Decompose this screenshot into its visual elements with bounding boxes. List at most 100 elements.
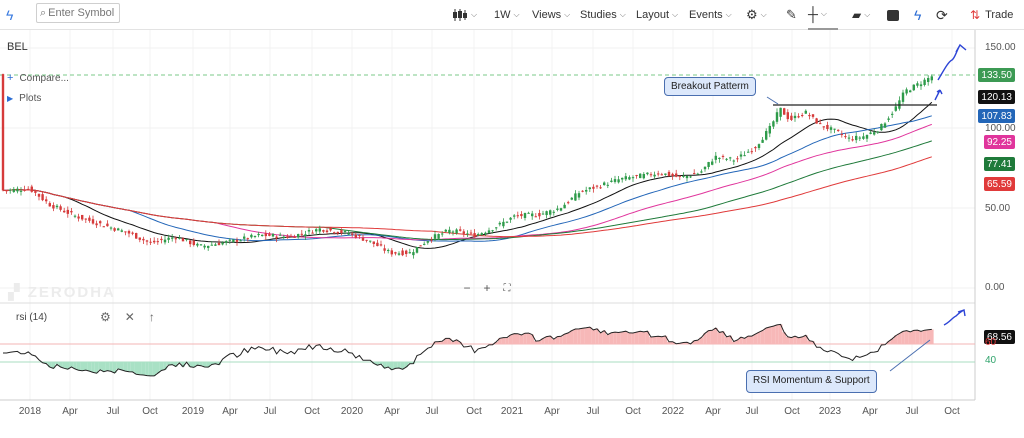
candle-body xyxy=(297,234,300,238)
time-axis-label: Jul xyxy=(263,406,277,417)
candle-body xyxy=(793,115,797,119)
candle-body xyxy=(466,233,469,235)
watermark: ▞ ZERODHA xyxy=(8,283,116,301)
time-axis-label: Apr xyxy=(62,406,78,417)
candle-body xyxy=(77,216,80,219)
candle-body xyxy=(700,171,703,173)
candle-body xyxy=(844,136,847,138)
candle-body xyxy=(203,245,206,248)
candle-body xyxy=(1,74,5,191)
candle-body xyxy=(660,174,663,176)
candle-body xyxy=(930,76,933,81)
compare-label: Compare... xyxy=(19,72,69,84)
candle-body xyxy=(707,162,710,167)
candle-body xyxy=(635,175,638,177)
candle-body xyxy=(570,197,573,200)
time-axis-label: Oct xyxy=(625,406,641,417)
candle-body xyxy=(588,187,591,190)
candle-body xyxy=(185,239,188,241)
fit-screen-icon[interactable]: ⛶ xyxy=(503,283,510,294)
candle-body xyxy=(563,204,566,209)
candle-body xyxy=(228,239,231,241)
candle-body xyxy=(383,248,386,251)
candle-body xyxy=(81,214,84,220)
candle-body xyxy=(667,171,671,177)
plots-label: Plots xyxy=(19,93,42,104)
candle-body xyxy=(23,189,26,191)
candle-body xyxy=(19,190,23,192)
candle-body xyxy=(95,223,98,226)
candle-body xyxy=(63,210,66,213)
gear-icon[interactable]: ⚙ xyxy=(100,310,111,324)
candle-body xyxy=(703,166,707,170)
candle-body xyxy=(696,173,699,175)
candle-body xyxy=(675,173,678,177)
candle-body xyxy=(487,230,491,233)
candle-body xyxy=(531,213,534,217)
candle-body xyxy=(387,250,390,252)
candle-body xyxy=(286,236,289,238)
candle-body xyxy=(523,213,527,218)
candle-body xyxy=(325,230,329,233)
hand-drawn-small-arrow xyxy=(934,89,943,101)
candle-body xyxy=(59,206,62,210)
candle-body xyxy=(851,139,854,141)
candle-body xyxy=(192,240,195,245)
rsi-study-label: rsi (14) xyxy=(16,312,48,323)
candle-body xyxy=(45,199,48,202)
rsi-study-controls: ⚙ ✕ ↑ xyxy=(100,310,155,324)
candle-body xyxy=(736,158,739,160)
breakout-callout: Breakout Patterm xyxy=(664,77,756,96)
candle-body xyxy=(361,237,365,241)
candle-body xyxy=(214,244,217,246)
candle-body xyxy=(765,131,768,140)
candle-body xyxy=(243,236,246,239)
time-axis-label: 2023 xyxy=(818,406,842,417)
candle-body xyxy=(502,221,505,227)
candle-body xyxy=(599,187,602,189)
candle-body xyxy=(430,239,433,241)
candle-body xyxy=(541,213,545,215)
candle-body xyxy=(657,173,660,175)
candle-body xyxy=(556,208,559,210)
zoom-out-icon[interactable]: − xyxy=(463,281,470,295)
candle-body xyxy=(5,190,8,192)
candle-body xyxy=(606,184,609,186)
time-axis-label: 2022 xyxy=(661,406,685,417)
candle-body xyxy=(343,230,347,232)
candle-body xyxy=(394,252,397,254)
candle-body xyxy=(163,239,167,243)
candle-body xyxy=(138,237,141,240)
arrow-up-icon[interactable]: ↑ xyxy=(149,310,155,324)
candle-body xyxy=(495,227,498,229)
close-icon[interactable]: ✕ xyxy=(125,310,135,324)
time-axis-label: Apr xyxy=(544,406,560,417)
candle-body xyxy=(513,215,516,217)
compare-button[interactable]: + Compare... xyxy=(7,72,69,84)
candle-body xyxy=(16,188,19,192)
candle-body xyxy=(149,241,152,243)
plots-toggle[interactable]: ▶ Plots xyxy=(7,93,41,104)
candle-body xyxy=(415,247,419,253)
candle-body xyxy=(725,158,728,160)
candle-body xyxy=(750,151,753,153)
candle-body xyxy=(199,244,203,246)
candle-body xyxy=(448,229,451,234)
candle-body xyxy=(257,233,260,236)
zerodha-logo-icon: ▞ xyxy=(8,284,28,301)
candle-body xyxy=(444,229,447,232)
candle-body xyxy=(653,174,656,177)
candle-body xyxy=(545,211,548,216)
candle-body xyxy=(246,238,249,240)
time-axis-label: Jul xyxy=(425,406,439,417)
zoom-in-icon[interactable]: + xyxy=(483,281,490,295)
candle-body xyxy=(797,116,800,118)
time-axis-label: 2021 xyxy=(500,406,524,417)
candle-body xyxy=(52,205,55,209)
candle-body xyxy=(462,231,465,234)
candle-body xyxy=(865,135,869,139)
candle-body xyxy=(718,157,721,160)
candle-body xyxy=(549,210,552,215)
candle-body xyxy=(509,217,512,220)
candle-body xyxy=(498,222,501,225)
